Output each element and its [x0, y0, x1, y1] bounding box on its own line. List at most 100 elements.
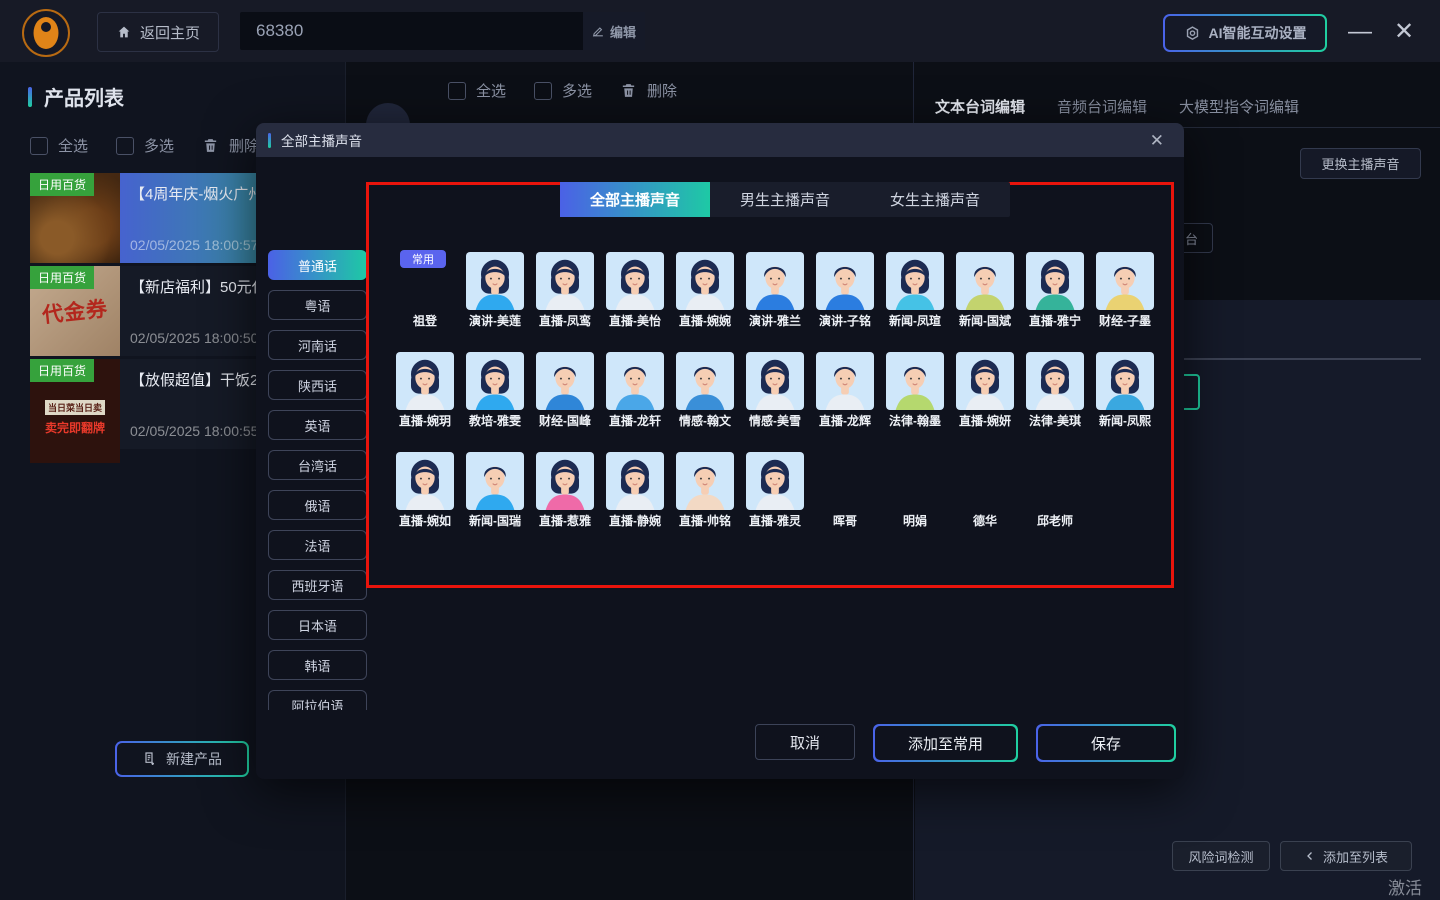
voice-item[interactable]: 法律-翰墨 — [880, 348, 950, 448]
minimize-button[interactable]: — — [1344, 18, 1376, 46]
voice-item[interactable]: 直播-惹雅 — [530, 448, 600, 548]
voice-item[interactable]: 演讲-子铭 — [810, 248, 880, 348]
voice-tab[interactable]: 女生主播声音 — [860, 182, 1010, 217]
voice-avatar — [396, 352, 454, 410]
save-button[interactable]: 保存 — [1036, 724, 1176, 762]
home-icon — [116, 24, 132, 40]
voice-item[interactable]: 教培-雅雯 — [460, 348, 530, 448]
language-button[interactable]: 粤语 — [268, 290, 367, 320]
edit-button[interactable]: 编辑 — [583, 12, 645, 50]
language-button[interactable]: 西班牙语 — [268, 570, 367, 600]
voice-item[interactable]: 德华 — [950, 448, 1020, 548]
select-all-label[interactable]: 全选 — [58, 135, 88, 156]
select-all-label[interactable]: 全选 — [476, 80, 506, 101]
language-button[interactable]: 俄语 — [268, 490, 367, 520]
language-button[interactable]: 日本语 — [268, 610, 367, 640]
add-to-list-button[interactable]: 添加至列表 — [1280, 841, 1412, 871]
brand-logo — [22, 9, 70, 57]
voice-avatar — [466, 352, 524, 410]
trash-icon[interactable] — [202, 137, 219, 154]
voice-item[interactable]: 直播-雅灵 — [740, 448, 810, 548]
voice-item[interactable]: 情感-翰文 — [670, 348, 740, 448]
tab-大模型指令词编辑[interactable]: 大模型指令词编辑 — [1179, 96, 1299, 117]
voice-avatar — [956, 252, 1014, 310]
voice-item[interactable]: 直播-帅铭 — [670, 448, 740, 548]
common-badge: 常用 — [400, 250, 446, 268]
add-to-common-button[interactable]: 添加至常用 — [873, 724, 1018, 762]
voice-item[interactable]: 新闻-国斌 — [950, 248, 1020, 348]
new-product-button[interactable]: 新建产品 — [115, 741, 249, 777]
language-button[interactable]: 法语 — [268, 530, 367, 560]
edit-label: 编辑 — [610, 22, 636, 41]
voice-item[interactable]: 演讲-雅兰 — [740, 248, 810, 348]
stage-controls: 全选 多选 删除 — [448, 80, 677, 101]
voice-avatar — [676, 352, 734, 410]
add-to-list-label: 添加至列表 — [1323, 847, 1388, 866]
select-all-checkbox[interactable] — [448, 82, 466, 100]
voice-item[interactable]: 直播-婉婉 — [670, 248, 740, 348]
voice-item[interactable]: 直播-美怡 — [600, 248, 670, 348]
voice-item[interactable]: 新闻-凤瑄 — [880, 248, 950, 348]
voice-avatar — [536, 252, 594, 310]
voice-tab[interactable]: 全部主播声音 — [560, 182, 710, 217]
language-button[interactable]: 普通话 — [268, 250, 367, 280]
multi-select-label[interactable]: 多选 — [562, 80, 592, 101]
voice-tab[interactable]: 男生主播声音 — [710, 182, 860, 217]
voice-avatar — [746, 352, 804, 410]
multi-select-label[interactable]: 多选 — [144, 135, 174, 156]
voice-picker-modal: 全部主播声音 ✕ 全部主播声音男生主播声音女生主播声音 普通话粤语河南话陕西话英… — [256, 123, 1184, 779]
category-badge: 日用百货 — [30, 359, 94, 382]
page-title: 产品列表 — [44, 82, 124, 111]
multi-select-checkbox[interactable] — [534, 82, 552, 100]
voice-avatar — [746, 252, 804, 310]
select-all-checkbox[interactable] — [30, 137, 48, 155]
room-id-input[interactable] — [240, 21, 583, 41]
voice-item[interactable]: 邱老师 — [1020, 448, 1090, 548]
language-button[interactable]: 陕西话 — [268, 370, 367, 400]
product-list-header: 产品列表 — [28, 82, 124, 111]
voice-item[interactable]: 新闻-国瑞 — [460, 448, 530, 548]
cancel-button[interactable]: 取消 — [755, 724, 855, 760]
voice-name: 财经-子墨 — [1082, 312, 1168, 329]
voice-item[interactable]: 财经-国峰 — [530, 348, 600, 448]
voice-item[interactable]: 法律-美琪 — [1020, 348, 1090, 448]
voice-item[interactable]: 演讲-美莲 — [460, 248, 530, 348]
voice-item[interactable]: 直播-婉如 — [390, 448, 460, 548]
multi-select-checkbox[interactable] — [116, 137, 134, 155]
language-button[interactable]: 河南话 — [268, 330, 367, 360]
window-close-button[interactable]: ✕ — [1388, 16, 1420, 46]
risk-word-check-button[interactable]: 风险词检测 — [1172, 841, 1270, 871]
voice-item[interactable]: 直播-凤鸾 — [530, 248, 600, 348]
new-product-label: 新建产品 — [166, 749, 222, 769]
voice-item[interactable]: 新闻-凤熙 — [1090, 348, 1160, 448]
tab-音频台词编辑[interactable]: 音频台词编辑 — [1057, 96, 1147, 117]
voice-item[interactable]: 直播-雅宁 — [1020, 248, 1090, 348]
save-label: 保存 — [1038, 726, 1174, 760]
change-voice-button[interactable]: 更换主播声音 — [1300, 148, 1421, 179]
trash-icon[interactable] — [620, 82, 637, 99]
delete-label[interactable]: 删除 — [647, 80, 677, 101]
voice-item[interactable]: 直播-龙轩 — [600, 348, 670, 448]
voice-avatar — [466, 452, 524, 510]
voice-item[interactable]: 财经-子墨 — [1090, 248, 1160, 348]
voice-item[interactable]: 直播-静婉 — [600, 448, 670, 548]
voice-item[interactable]: 晖哥 — [810, 448, 880, 548]
voice-item[interactable]: 直播-婉玥 — [390, 348, 460, 448]
voice-avatar — [606, 352, 664, 410]
language-button[interactable]: 韩语 — [268, 650, 367, 680]
voice-avatar — [746, 452, 804, 510]
voice-name: 邱老师 — [1012, 512, 1098, 529]
delete-label[interactable]: 删除 — [229, 135, 259, 156]
voice-item[interactable]: 明娟 — [880, 448, 950, 548]
voice-avatar — [536, 452, 594, 510]
product-list-controls: 全选 多选 删除 — [30, 135, 259, 156]
language-button[interactable]: 英语 — [268, 410, 367, 440]
tab-文本台词编辑[interactable]: 文本台词编辑 — [935, 96, 1025, 117]
voice-item[interactable]: 直播-婉妍 — [950, 348, 1020, 448]
ai-settings-button[interactable]: AI智能互动设置 — [1163, 14, 1327, 52]
language-button[interactable]: 台湾话 — [268, 450, 367, 480]
language-button[interactable]: 阿拉伯语 — [268, 690, 367, 710]
back-home-button[interactable]: 返回主页 — [97, 12, 219, 52]
voice-item[interactable]: 情感-美雪 — [740, 348, 810, 448]
voice-item[interactable]: 直播-龙辉 — [810, 348, 880, 448]
